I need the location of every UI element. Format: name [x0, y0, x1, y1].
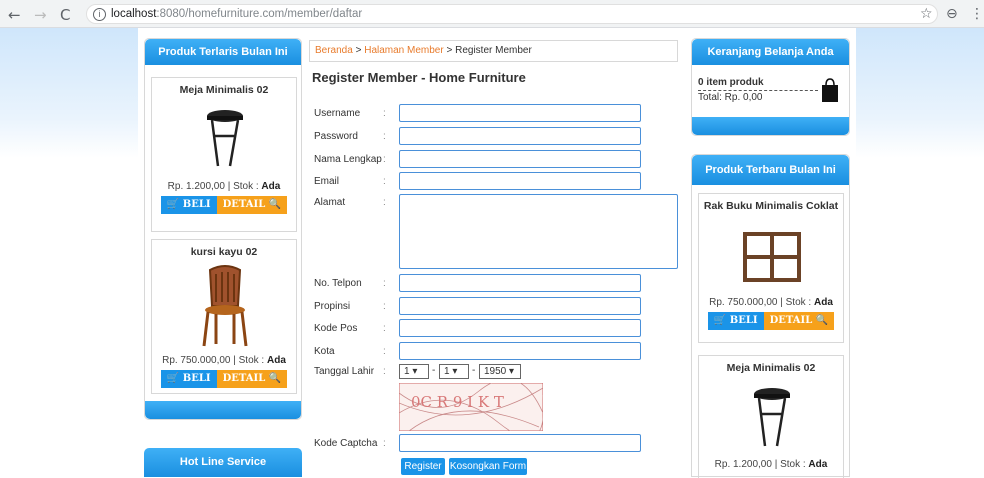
alamat-textarea[interactable] — [399, 194, 678, 269]
nama-input[interactable] — [399, 150, 641, 168]
bookshelf-image[interactable] — [699, 212, 845, 292]
cart-items: 0 item produk — [698, 77, 818, 91]
kodepos-input[interactable] — [399, 319, 641, 337]
shopping-bag-icon[interactable] — [820, 77, 840, 103]
product-card: Rak Buku Minimalis Coklat Rp. 750.000,00… — [698, 193, 844, 343]
product-name[interactable]: Meja Minimalis 02 — [699, 362, 843, 374]
panel-footer — [145, 401, 301, 419]
detail-button[interactable]: DETAIL 🔍 — [216, 196, 288, 214]
month-select[interactable]: 1 ▾ — [439, 364, 469, 379]
breadcrumb-home[interactable]: Beranda — [315, 45, 353, 56]
page-title: Register Member - Home Furniture — [312, 70, 526, 85]
cart-title: Keranjang Belanja Anda — [692, 39, 849, 65]
beli-button[interactable]: 🛒 BELI — [160, 370, 217, 388]
browser-toolbar: ← → C i localhost:8080/homefurniture.com… — [0, 0, 984, 28]
content-wrapper: Produk Terlaris Bulan Ini Meja Minimalis… — [138, 28, 856, 478]
product-name[interactable]: Rak Buku Minimalis Coklat — [699, 200, 843, 212]
beli-button[interactable]: 🛒 BELI — [707, 312, 764, 330]
cart-panel: Keranjang Belanja Anda 0 item produk Tot… — [691, 38, 850, 136]
menu-icon[interactable]: ⋮ — [970, 6, 984, 22]
password-input[interactable] — [399, 127, 641, 145]
product-price: Rp. 1.200,00 | Stok : Ada — [714, 459, 828, 470]
reset-button[interactable]: Kosongkan Form — [449, 458, 527, 475]
tgl-label: Tanggal Lahir — [314, 366, 375, 377]
product-name[interactable]: kursi kayu 02 — [152, 246, 296, 258]
hotline-panel: Hot Line Service — [144, 448, 302, 477]
page: Produk Terlaris Bulan Ini Meja Minimalis… — [0, 28, 984, 478]
detail-button[interactable]: DETAIL 🔍 — [216, 370, 288, 388]
reload-icon[interactable]: C — [60, 6, 70, 24]
hotline-title: Hot Line Service — [144, 448, 302, 477]
terlaris-panel: Produk Terlaris Bulan Ini Meja Minimalis… — [144, 38, 302, 420]
product-card: Meja Minimalis 02 Rp. 1.200,00 | Stok : … — [151, 77, 297, 232]
terbaru-panel: Produk Terbaru Bulan Ini Rak Buku Minima… — [691, 154, 850, 478]
product-card: kursi kayu 02 Rp. 750.000,00 | Stok : Ad… — [151, 239, 297, 394]
propinsi-input[interactable] — [399, 297, 641, 315]
product-price: Rp. 1.200,00 | Stok : Ada — [167, 181, 281, 192]
profile-icon[interactable]: ⊖ — [946, 6, 958, 22]
breadcrumb: Beranda > Halaman Member > Register Memb… — [309, 40, 678, 62]
cart-total: Total: Rp. 0,00 — [698, 92, 763, 103]
captcha-label: Kode Captcha — [314, 438, 378, 449]
username-label: Username — [314, 108, 361, 119]
product-name[interactable]: Meja Minimalis 02 — [152, 84, 296, 96]
propinsi-label: Propinsi — [314, 301, 351, 312]
forward-icon[interactable]: → — [34, 6, 47, 24]
table-image[interactable] — [152, 96, 298, 176]
year-select[interactable]: 1950 ▾ — [479, 364, 521, 379]
table-image[interactable] — [699, 374, 845, 454]
password-label: Password — [314, 131, 358, 142]
email-label: Email — [314, 176, 340, 187]
back-icon[interactable]: ← — [8, 6, 21, 24]
product-price: Rp. 750.000,00 | Stok : Ada — [162, 355, 286, 366]
username-input[interactable] — [399, 104, 641, 122]
captcha-text: 0C R 9 I K T — [411, 393, 504, 411]
site-info-icon[interactable]: i — [93, 8, 106, 21]
breadcrumb-current: Register Member — [455, 45, 532, 56]
bookmark-star-icon[interactable]: ☆ — [920, 6, 933, 22]
terlaris-title: Produk Terlaris Bulan Ini — [145, 39, 301, 65]
panel-footer — [692, 117, 849, 135]
product-card: Meja Minimalis 02 Rp. 1.200,00 | Stok : … — [698, 355, 844, 478]
kota-label: Kota — [314, 346, 335, 357]
terbaru-title: Produk Terbaru Bulan Ini — [692, 155, 849, 185]
beli-button[interactable]: 🛒 BELI — [160, 196, 217, 214]
telpon-input[interactable] — [399, 274, 641, 292]
address-bar[interactable]: i localhost:8080/homefurniture.com/membe… — [86, 4, 938, 24]
captcha-image: 0C R 9 I K T — [399, 383, 543, 431]
product-price: Rp. 750.000,00 | Stok : Ada — [709, 297, 833, 308]
captcha-input[interactable] — [399, 434, 641, 452]
kodepos-label: Kode Pos — [314, 323, 358, 334]
email-input[interactable] — [399, 172, 641, 190]
register-button[interactable]: Register — [401, 458, 445, 475]
url-text: localhost:8080/homefurniture.com/member/… — [111, 8, 363, 20]
kota-input[interactable] — [399, 342, 641, 360]
alamat-label: Alamat — [314, 197, 346, 208]
day-select[interactable]: 1 ▾ — [399, 364, 429, 379]
detail-button[interactable]: DETAIL 🔍 — [763, 312, 835, 330]
telpon-label: No. Telpon — [314, 278, 362, 289]
breadcrumb-member[interactable]: Halaman Member — [364, 45, 443, 56]
chair-image[interactable] — [152, 258, 298, 350]
nama-label: Nama Lengkap — [314, 154, 382, 165]
